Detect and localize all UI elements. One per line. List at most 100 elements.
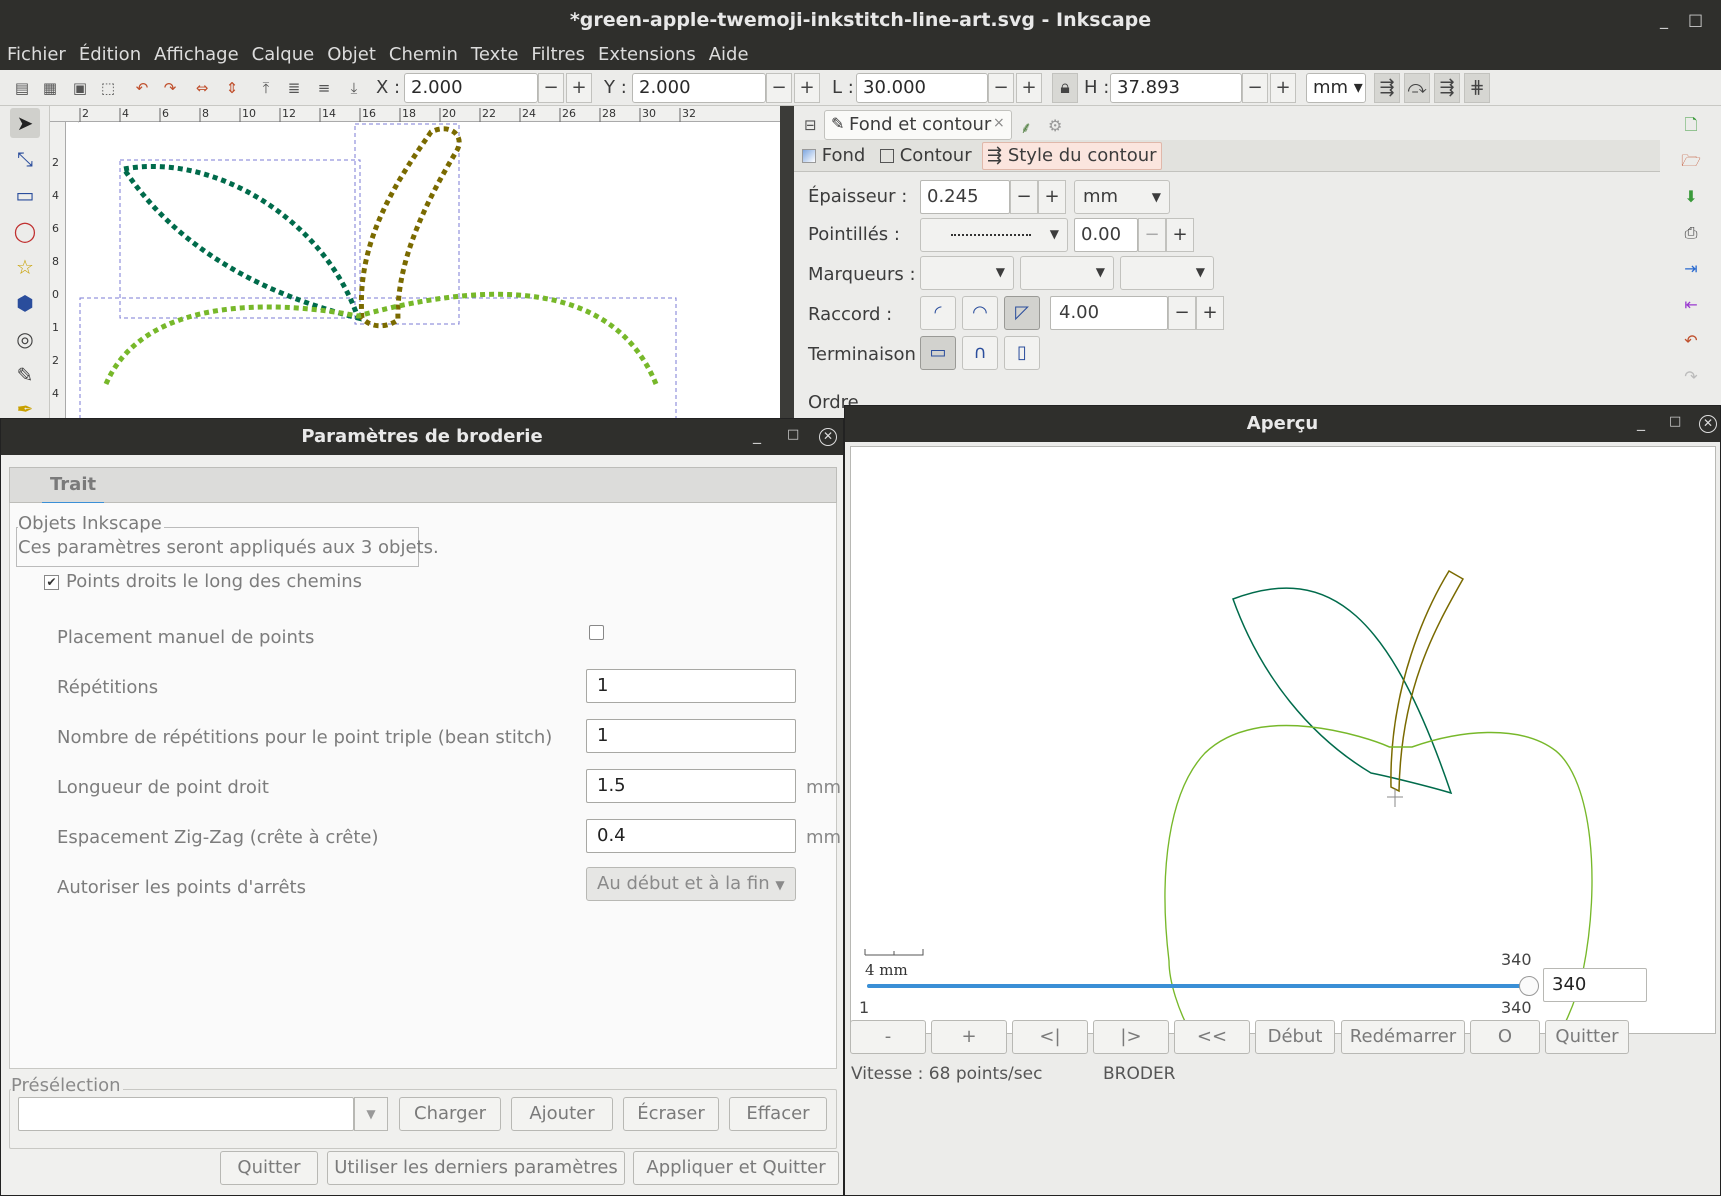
quit-button[interactable]: Quitter xyxy=(220,1151,318,1185)
stitch-slider-track[interactable] xyxy=(867,984,1529,988)
rotate-ccw-icon[interactable]: ↶ xyxy=(132,78,152,98)
dash-offset-field[interactable]: 0.00 xyxy=(1074,218,1138,252)
preset-load-button[interactable]: Charger xyxy=(399,1097,501,1131)
join-round-icon[interactable]: ◠ xyxy=(962,296,998,330)
deselect-icon[interactable]: ⬚ xyxy=(98,78,118,98)
stroke-width-increment[interactable]: + xyxy=(1038,180,1066,214)
lower-icon[interactable]: ≡ xyxy=(314,78,334,98)
join-miter-icon[interactable]: ◜ xyxy=(920,296,956,330)
npp-button[interactable]: O xyxy=(1470,1020,1540,1054)
manual-stitch-checkbox[interactable] xyxy=(589,625,604,640)
lower-to-bottom-icon[interactable]: ⤓ xyxy=(344,78,364,98)
flip-horizontal-icon[interactable]: ⇔ xyxy=(192,78,212,98)
rotate-cw-icon[interactable]: ↷ xyxy=(160,78,180,98)
y-increment-button[interactable]: + xyxy=(794,73,820,103)
repeats-input[interactable]: 1 xyxy=(586,669,796,703)
preview-close-button[interactable]: ✕ xyxy=(1699,415,1717,433)
menu-objet[interactable]: Objet xyxy=(320,40,382,70)
apply-quit-button[interactable]: Appliquer et Quitter xyxy=(633,1151,839,1185)
select-all-layers-icon[interactable]: ▦ xyxy=(40,78,60,98)
canvas-drawing[interactable]: ⬉ ⇔ xyxy=(66,122,780,418)
dialog-close-button[interactable]: ✕ xyxy=(819,428,837,446)
leaf-path[interactable] xyxy=(119,163,362,322)
join-bevel-icon[interactable]: ◸ xyxy=(1004,296,1040,330)
height-increment-button[interactable]: + xyxy=(1270,73,1296,103)
height-field[interactable]: 37.893 xyxy=(1110,73,1242,103)
export-icon[interactable]: ⇤ xyxy=(1680,294,1702,316)
move-patterns-icon[interactable]: ⋕ xyxy=(1464,73,1490,103)
import-icon[interactable]: ⇥ xyxy=(1680,258,1702,280)
width-field[interactable]: 30.000 xyxy=(856,73,988,103)
select-same-icon[interactable]: ▣ xyxy=(70,78,90,98)
preview-maximize-button[interactable]: □ xyxy=(1669,414,1681,429)
use-last-settings-button[interactable]: Utiliser les derniers paramètres xyxy=(327,1151,625,1185)
menu-texte[interactable]: Texte xyxy=(464,40,524,70)
start-button[interactable]: Début xyxy=(1255,1020,1335,1054)
x-increment-button[interactable]: + xyxy=(566,73,592,103)
height-decrement-button[interactable]: − xyxy=(1242,73,1268,103)
minimize-button[interactable]: _ xyxy=(1660,0,1668,40)
dialog-minimize-button[interactable]: _ xyxy=(753,425,761,444)
miter-increment[interactable]: + xyxy=(1196,296,1224,330)
preset-input[interactable] xyxy=(18,1097,354,1131)
dock-align-icon[interactable]: ⊟ xyxy=(804,116,817,134)
flip-vertical-icon[interactable]: ⇕ xyxy=(222,78,242,98)
stitch-number-input[interactable]: 340 xyxy=(1543,968,1647,1002)
x-decrement-button[interactable]: − xyxy=(538,73,564,103)
dock-embroidery-icon[interactable]: ⸙ xyxy=(1020,116,1032,138)
tab-style-du-contour[interactable]: ⇶ Style du contour xyxy=(982,142,1162,170)
miter-limit-field[interactable]: 4.00 xyxy=(1050,296,1168,330)
redo-icon[interactable]: ↷ xyxy=(1680,366,1702,388)
undo-icon[interactable]: ↶ xyxy=(1680,330,1702,352)
stitch-slider-thumb[interactable] xyxy=(1519,976,1539,996)
zigzag-spacing-input[interactable]: 0.4 xyxy=(586,819,796,853)
scale-corners-icon[interactable]: ⤼ xyxy=(1404,73,1430,103)
dock-settings-icon[interactable]: ⚙ xyxy=(1048,116,1062,135)
cap-round-icon[interactable]: ∩ xyxy=(962,336,998,370)
panel-close-icon[interactable]: × xyxy=(993,115,1005,131)
stroke-unit-select[interactable]: mm ▼ xyxy=(1074,180,1170,214)
start-marker-select[interactable]: ▼ xyxy=(920,256,1014,290)
bean-stitch-input[interactable]: 1 xyxy=(586,719,796,753)
mid-marker-select[interactable]: ▼ xyxy=(1020,256,1114,290)
preview-quit-button[interactable]: Quitter xyxy=(1545,1020,1629,1054)
tab-contour[interactable]: Contour xyxy=(880,143,972,169)
spiral-tool-icon[interactable]: ◎ xyxy=(10,324,40,354)
menu-edition[interactable]: Édition xyxy=(72,40,147,70)
raise-to-top-icon[interactable]: ⤒ xyxy=(256,78,276,98)
tab-fond[interactable]: Fond xyxy=(802,143,865,169)
maximize-button[interactable]: □ xyxy=(1688,0,1703,40)
dialog-maximize-button[interactable]: □ xyxy=(787,427,799,442)
select-all-icon[interactable]: ▤ xyxy=(12,78,32,98)
selector-tool-icon[interactable]: ➤ xyxy=(10,108,40,138)
ellipse-tool-icon[interactable]: ◯ xyxy=(10,216,40,246)
star-tool-icon[interactable]: ☆ xyxy=(10,252,40,282)
preset-overwrite-button[interactable]: Écraser xyxy=(623,1097,719,1131)
rewind-button[interactable]: << xyxy=(1174,1020,1250,1054)
speed-up-button[interactable]: + xyxy=(931,1020,1007,1054)
lock-ratio-icon[interactable]: 🔒︎ xyxy=(1052,73,1078,103)
dash-offset-decrement[interactable]: − xyxy=(1138,218,1166,252)
unit-select[interactable]: mm ▾ xyxy=(1306,73,1366,103)
preset-add-button[interactable]: Ajouter xyxy=(511,1097,613,1131)
tab-fill-stroke[interactable]: ✎ Fond et contour × xyxy=(824,110,1012,140)
new-document-icon[interactable]: 🗋 xyxy=(1680,114,1702,136)
dash-pattern-select[interactable]: ▼ xyxy=(920,218,1068,252)
3d-box-tool-icon[interactable]: ⬢ xyxy=(10,288,40,318)
menu-calque[interactable]: Calque xyxy=(245,40,321,70)
save-icon[interactable]: ⬇ xyxy=(1680,186,1702,208)
drawing-canvas[interactable]: ⬉ ⇔ xyxy=(66,122,780,418)
tab-trait[interactable]: Trait xyxy=(42,468,105,505)
preset-delete-button[interactable]: Effacer xyxy=(729,1097,827,1131)
x-field[interactable]: 2.000 xyxy=(404,73,538,103)
restart-button[interactable]: Redémarrer xyxy=(1341,1020,1465,1054)
preset-dropdown-icon[interactable]: ▼ xyxy=(354,1097,388,1131)
cap-butt-icon[interactable]: ▭ xyxy=(920,336,956,370)
miter-decrement[interactable]: − xyxy=(1168,296,1196,330)
step-back-button[interactable]: <| xyxy=(1012,1020,1088,1054)
handle-n-icon[interactable]: ⇔ xyxy=(370,122,382,126)
node-tool-icon[interactable]: ⤡ xyxy=(10,144,40,174)
apple-path[interactable] xyxy=(103,291,659,385)
scale-stroke-icon[interactable]: ⇶ xyxy=(1374,73,1400,103)
rectangle-tool-icon[interactable]: ▭ xyxy=(10,180,40,210)
